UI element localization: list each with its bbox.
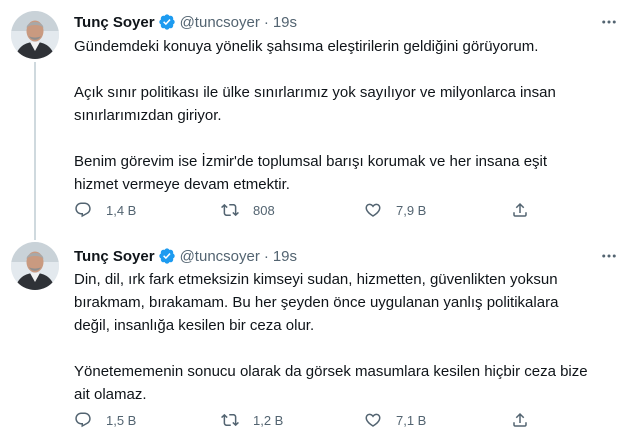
tweet-paragraph: Gündemdeki konuya yönelik şahsıma eleşti… bbox=[74, 35, 622, 58]
reply-count: 1,5 B bbox=[106, 412, 137, 428]
tweet-header: Tunç Soyer @tuncsoyer · 19s bbox=[74, 246, 297, 266]
avatar[interactable] bbox=[11, 242, 59, 290]
reply-button[interactable]: 1,4 B bbox=[74, 199, 136, 221]
more-options-icon[interactable] bbox=[599, 246, 619, 266]
tweet-text: Din, dil, ırk fark etmeksizin kimseyi su… bbox=[74, 268, 622, 406]
separator-dot: · bbox=[263, 13, 269, 31]
like-button[interactable]: 7,9 B bbox=[364, 199, 426, 221]
text-line: Açık sınır politikası ile ülke sınırları… bbox=[74, 84, 556, 101]
text-line: hizmet vermeye devam etmektir. bbox=[74, 176, 290, 193]
reply-icon bbox=[75, 202, 91, 218]
text-line: değil, insanlığa kesilen bir ceza olur. bbox=[74, 317, 315, 334]
thread-connector-line bbox=[34, 62, 36, 240]
share-button[interactable] bbox=[511, 409, 529, 431]
tweet-paragraph: Açık sınır politikası ile ülke sınırları… bbox=[74, 81, 622, 127]
like-count: 7,9 B bbox=[396, 202, 427, 218]
like-button[interactable]: 7,1 B bbox=[364, 409, 426, 431]
separator-dot: · bbox=[263, 247, 269, 265]
tweet-timestamp[interactable]: 19s bbox=[273, 248, 297, 265]
author-handle[interactable]: @tuncsoyer bbox=[180, 14, 260, 31]
tweet-timestamp[interactable]: 19s bbox=[273, 14, 297, 31]
retweet-count: 1,2 B bbox=[253, 412, 284, 428]
heart-icon bbox=[365, 413, 381, 427]
text-line: Yönetememenin sonucu olarak da görsek ma… bbox=[74, 363, 588, 380]
tweet-paragraph: Yönetememenin sonucu olarak da görsek ma… bbox=[74, 360, 622, 406]
heart-icon bbox=[365, 203, 381, 217]
text-line: Benim görevim ise İzmir'de toplumsal bar… bbox=[74, 153, 548, 170]
tweet-thread: Tunç Soyer @tuncsoyer · 19s Gündemdeki k… bbox=[0, 0, 635, 444]
share-icon bbox=[513, 202, 527, 217]
text-line: bırakmam, bırakamam. Bu her şeyden önce … bbox=[74, 294, 559, 311]
tweet-text: Gündemdeki konuya yönelik şahsıma eleşti… bbox=[74, 35, 622, 196]
more-options-icon[interactable] bbox=[599, 12, 619, 32]
reply-button[interactable]: 1,5 B bbox=[74, 409, 136, 431]
retweet-count: 808 bbox=[253, 202, 275, 218]
retweet-icon bbox=[221, 413, 239, 427]
author-handle[interactable]: @tuncsoyer bbox=[180, 248, 260, 265]
verified-badge-icon bbox=[158, 13, 176, 31]
tweet-actions: 1,5 B 1,2 B 7,1 B bbox=[74, 409, 534, 431]
text-line: sınırlarımızdan giriyor. bbox=[74, 107, 222, 124]
retweet-icon bbox=[221, 203, 239, 217]
reply-count: 1,4 B bbox=[106, 202, 137, 218]
avatar[interactable] bbox=[11, 11, 59, 59]
like-count: 7,1 B bbox=[396, 412, 427, 428]
tweet-paragraph: Benim görevim ise İzmir'de toplumsal bar… bbox=[74, 150, 622, 196]
verified-badge-icon bbox=[158, 247, 176, 265]
reply-icon bbox=[75, 412, 91, 428]
tweet[interactable]: Tunç Soyer @tuncsoyer · 19s Gündemdeki k… bbox=[0, 0, 635, 240]
author-name[interactable]: Tunç Soyer bbox=[74, 248, 155, 265]
retweet-button[interactable]: 1,2 B bbox=[221, 409, 283, 431]
text-line: Din, dil, ırk fark etmeksizin kimseyi su… bbox=[74, 271, 558, 288]
text-line: Gündemdeki konuya yönelik şahsıma eleşti… bbox=[74, 38, 539, 55]
tweet-paragraph: Din, dil, ırk fark etmeksizin kimseyi su… bbox=[74, 268, 622, 337]
text-line: ait olamaz. bbox=[74, 386, 147, 403]
retweet-button[interactable]: 808 bbox=[221, 199, 275, 221]
tweet-header: Tunç Soyer @tuncsoyer · 19s bbox=[74, 12, 297, 32]
author-name[interactable]: Tunç Soyer bbox=[74, 14, 155, 31]
share-button[interactable] bbox=[511, 199, 529, 221]
tweet[interactable]: Tunç Soyer @tuncsoyer · 19s Din, dil, ır… bbox=[0, 232, 635, 444]
tweet-actions: 1,4 B 808 7,9 B bbox=[74, 199, 534, 221]
share-icon bbox=[513, 412, 527, 427]
